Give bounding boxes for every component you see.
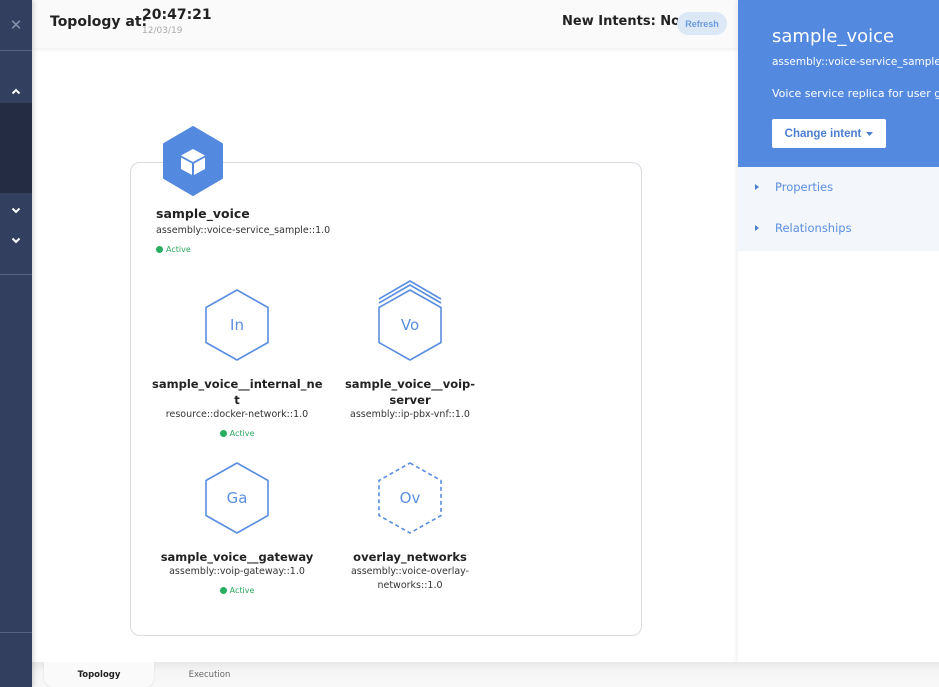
tab-topology[interactable]: Topology [44,662,154,687]
node-name: sample_voice [156,206,250,221]
status-badge: Active [156,244,191,256]
node-name: sample_voice__voip-server [344,377,476,407]
node-hexagon-stacked[interactable]: Vo [377,278,443,362]
panel-title: sample_voice [772,26,895,47]
sidebar-section [0,103,32,193]
node-voip-server[interactable]: Vo sample_voice__voip-server assembly::i… [325,278,495,422]
close-icon[interactable]: ✕ [0,0,32,50]
node-abbr: Vo [401,316,419,334]
change-intent-label: Change intent [784,127,862,140]
bottom-tabs: Topology Execution [32,662,939,687]
node-abbr: Ga [227,489,248,507]
section-label: Relationships [775,221,852,235]
node-internal-net[interactable]: In sample_voice__internal_ne t resource:… [152,288,323,441]
tab-execution[interactable]: Execution [162,662,257,687]
node-hexagon[interactable]: In [204,288,270,362]
change-intent-button[interactable]: Change intent [772,119,886,148]
new-intents-status: New Intents: No [562,14,681,29]
node-type: resource::docker-network::1.0 [165,409,309,420]
section-relationships[interactable]: Relationships [738,208,939,248]
status-text: Active [229,585,255,595]
node-hexagon[interactable]: Ga [204,461,270,535]
node-type: assembly::voice-service_sample::1.0 [156,225,331,236]
node-name: sample_voice__internal_ne [152,377,323,391]
caret-right-icon [755,225,759,231]
sidebar-divider [0,50,32,51]
left-sidebar: ✕ [0,0,32,687]
caret-down-icon [866,131,874,136]
node-name-wrap: t [234,393,240,407]
chevron-down-icon[interactable] [0,227,32,253]
node-overlay-networks[interactable]: Ov overlay_networks assembly::voice-over… [325,461,495,593]
status-badge: Active [219,585,255,597]
root-hexagon[interactable] [162,126,224,196]
header-time: 20:47:21 [142,7,212,23]
node-abbr: Ov [400,489,421,507]
panel-sections: Properties Relationships [738,167,939,251]
panel-description: Voice service replica for user guide [772,87,939,100]
node-type: assembly::voice-overlay- [350,566,470,577]
root-node[interactable]: sample_voice assembly::voice-service_sam… [156,126,336,257]
node-name: sample_voice__gateway [160,550,314,564]
status-badge: Active [219,428,255,440]
node-type: assembly::ip-pbx-vnf::1.0 [350,409,470,420]
caret-right-icon [755,184,759,190]
node-name: overlay_networks [353,550,467,564]
chevron-down-icon[interactable] [0,197,32,223]
sidebar-divider [0,632,32,633]
details-panel: sample_voice assembly::voice-service_sam… [738,0,939,662]
status-dot-icon [156,246,163,253]
node-abbr: In [230,316,244,334]
sidebar-divider [0,274,32,275]
node-hexagon-dashed[interactable]: Ov [377,461,443,535]
section-label: Properties [775,180,834,194]
header-date: 12/03/19 [142,26,183,36]
refresh-button[interactable]: Refresh [677,12,727,35]
header-title: Topology at: [50,14,148,30]
node-gateway[interactable]: Ga sample_voice__gateway assembly::voip-… [152,461,322,598]
topology-canvas: sample_voice assembly::voice-service_sam… [32,48,738,662]
status-text: Active [229,428,255,438]
section-properties[interactable]: Properties [738,167,939,207]
status-dot-icon [219,587,227,594]
status-dot-icon [219,430,227,437]
panel-reference: assembly::voice-service_sample::1.0 [772,56,939,68]
chevron-up-icon[interactable] [0,78,32,104]
node-type-wrap: networks::1.0 [377,580,443,591]
node-type: assembly::voip-gateway::1.0 [169,566,305,577]
status-text: Active [166,244,191,254]
details-panel-header: sample_voice assembly::voice-service_sam… [738,0,939,167]
topology-header: Topology at: 20:47:21 12/03/19 New Inten… [32,0,738,48]
